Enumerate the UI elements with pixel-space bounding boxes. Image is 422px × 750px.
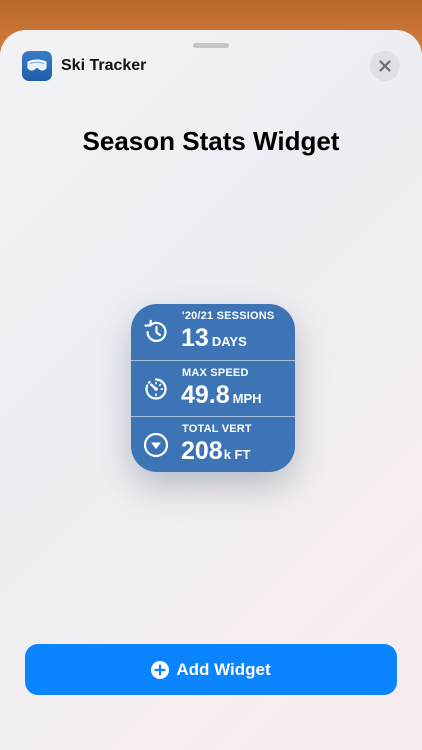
stat-row-total-vert: TOTAL VERT 208k FT: [131, 416, 295, 472]
stat-unit: k FT: [223, 447, 251, 462]
close-button[interactable]: [370, 51, 400, 81]
app-header: Ski Tracker: [22, 51, 146, 81]
down-arrow-circle-icon: [143, 432, 169, 458]
stat-number: 49.8: [181, 381, 230, 409]
stat-label: TOTAL VERT: [182, 423, 252, 435]
add-widget-label: Add Widget: [176, 659, 271, 679]
close-icon: [379, 60, 391, 72]
stat-unit: MPH: [232, 391, 262, 406]
speedometer-icon: [145, 378, 167, 400]
add-widget-button[interactable]: Add Widget: [25, 644, 397, 695]
stat-label: '20/21 SESSIONS: [182, 310, 275, 322]
plus-circle-icon: [151, 660, 170, 679]
stat-value: 208k FT: [181, 437, 250, 466]
ski-goggles-icon: [22, 51, 52, 81]
stat-number: 13: [181, 324, 209, 352]
stat-value: 49.8 MPH: [181, 381, 262, 410]
stat-label: MAX SPEED: [182, 367, 249, 379]
widget-title: Season Stats Widget: [82, 126, 340, 156]
stat-unit: DAYS: [211, 334, 247, 349]
stat-number: 208: [181, 437, 223, 465]
sheet-grabber[interactable]: [193, 43, 229, 48]
stat-value: 13 DAYS: [181, 324, 247, 353]
stat-row-max-speed: MAX SPEED 49.8 MPH: [131, 360, 295, 416]
app-name: Ski Tracker: [61, 57, 147, 74]
stat-row-sessions: '20/21 SESSIONS 13 DAYS: [131, 304, 295, 359]
history-clock-icon: [144, 319, 167, 342]
season-stats-widget[interactable]: '20/21 SESSIONS 13 DAYS MAX SPEED 49.8 MPH…: [131, 304, 295, 472]
